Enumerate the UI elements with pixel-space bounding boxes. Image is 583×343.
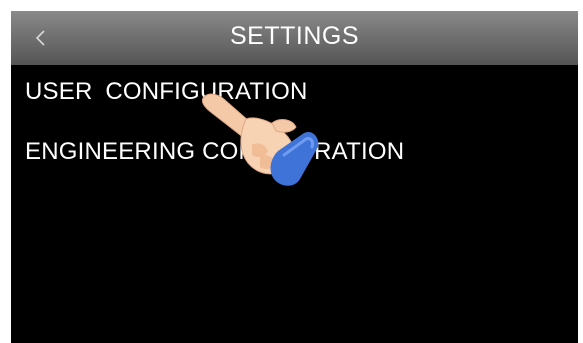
page-title: SETTINGS — [229, 22, 359, 50]
user-configuration-item[interactable]: USER CONFIGURATION — [25, 78, 308, 106]
title-bar: SETTINGS — [11, 11, 578, 65]
settings-screen: SETTINGS USER CONFIGURATION ENGINEERING … — [11, 11, 578, 343]
engineering-configuration-item[interactable]: ENGINEERING CONFIGURATION — [25, 138, 404, 166]
